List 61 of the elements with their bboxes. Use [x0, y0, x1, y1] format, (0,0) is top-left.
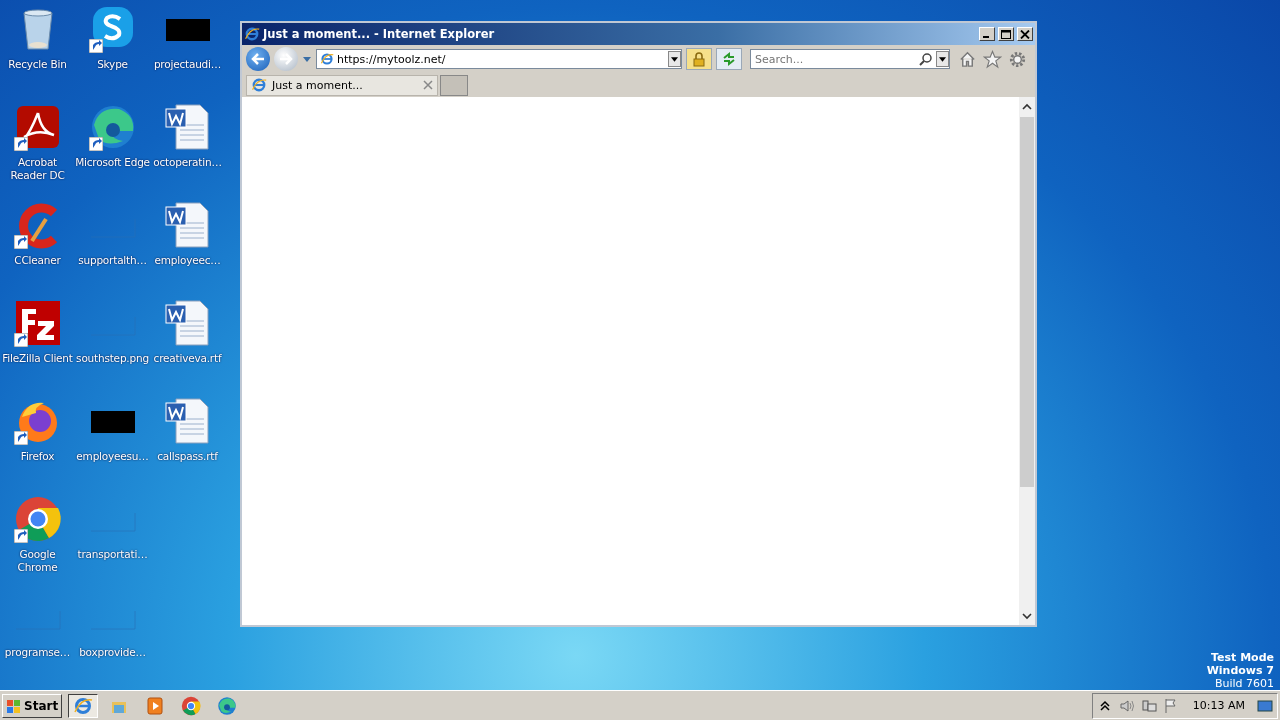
star-icon[interactable] [983, 49, 1002, 69]
minimize-button[interactable] [979, 27, 995, 41]
chrome-icon [181, 695, 202, 716]
ie-icon [251, 77, 267, 93]
refresh-icon [721, 51, 737, 67]
address-input[interactable]: https://mytoolz.net/ [337, 52, 665, 66]
minimize-icon [983, 36, 989, 38]
ie-icon [320, 52, 334, 66]
address-field[interactable]: https://mytoolz.net/ [316, 49, 682, 69]
shortcut-arrow-icon [13, 529, 28, 543]
word-icon[interactable] [163, 201, 212, 249]
settings-icon[interactable] [1008, 49, 1027, 69]
ie-icon [73, 695, 94, 716]
edge-icon [217, 695, 238, 716]
search-field[interactable]: Search... [750, 49, 950, 69]
close-icon[interactable] [423, 80, 433, 90]
dropdown-button[interactable] [936, 51, 949, 67]
close-icon [1020, 29, 1030, 39]
taskbar-ie-button[interactable] [68, 693, 99, 718]
start-button[interactable]: Start [2, 693, 63, 718]
scrollbar[interactable] [1019, 97, 1035, 625]
system-info-text: Windows 7 [1206, 664, 1274, 677]
system-info-text: Build 7601 [1214, 677, 1274, 690]
back-button[interactable] [246, 47, 270, 71]
refresh-button[interactable] [716, 48, 742, 70]
windows-logo-icon [6, 697, 22, 714]
shortcut-arrow-icon [13, 235, 28, 249]
show-desktop-icon[interactable] [1257, 697, 1273, 714]
flag-icon[interactable] [1162, 697, 1179, 714]
caret-icon [671, 56, 678, 62]
clock[interactable]: 10:13 AM [1192, 699, 1245, 712]
shortcut-arrow-icon [13, 137, 28, 151]
network-icon[interactable] [1140, 697, 1157, 714]
word-icon[interactable] [163, 103, 212, 151]
home-icon[interactable] [958, 49, 977, 69]
search-icon[interactable] [919, 52, 933, 66]
system-info-text: Test Mode [1211, 651, 1274, 664]
filezilla-icon[interactable] [13, 299, 62, 347]
caret-icon[interactable] [302, 55, 312, 63]
word-icon[interactable] [163, 397, 212, 445]
maximize-icon [1001, 29, 1011, 39]
caret-icon [939, 56, 946, 62]
shortcut-arrow-icon [13, 333, 28, 347]
chrome-icon[interactable] [13, 495, 62, 543]
shortcut-arrow-icon [88, 39, 103, 53]
word-icon[interactable] [163, 299, 212, 347]
search-input[interactable]: Search... [755, 52, 916, 66]
ie-icon [244, 26, 260, 42]
dropdown-button[interactable] [668, 51, 681, 67]
shortcut-arrow-icon [13, 431, 28, 445]
maximize-button[interactable] [998, 27, 1014, 41]
window-title: Just a moment... - Internet Explorer [263, 27, 496, 41]
lock-button[interactable] [686, 48, 712, 70]
scroll-up-icon[interactable] [1022, 102, 1032, 110]
shortcut-arrow-icon [88, 137, 103, 151]
speaker-icon[interactable] [1118, 697, 1135, 714]
browser-tab[interactable]: Just a moment... [246, 74, 438, 96]
media-icon [145, 695, 166, 716]
close-button[interactable] [1017, 27, 1033, 41]
padlock-icon [691, 51, 707, 67]
scroll-down-icon[interactable] [1022, 612, 1032, 620]
